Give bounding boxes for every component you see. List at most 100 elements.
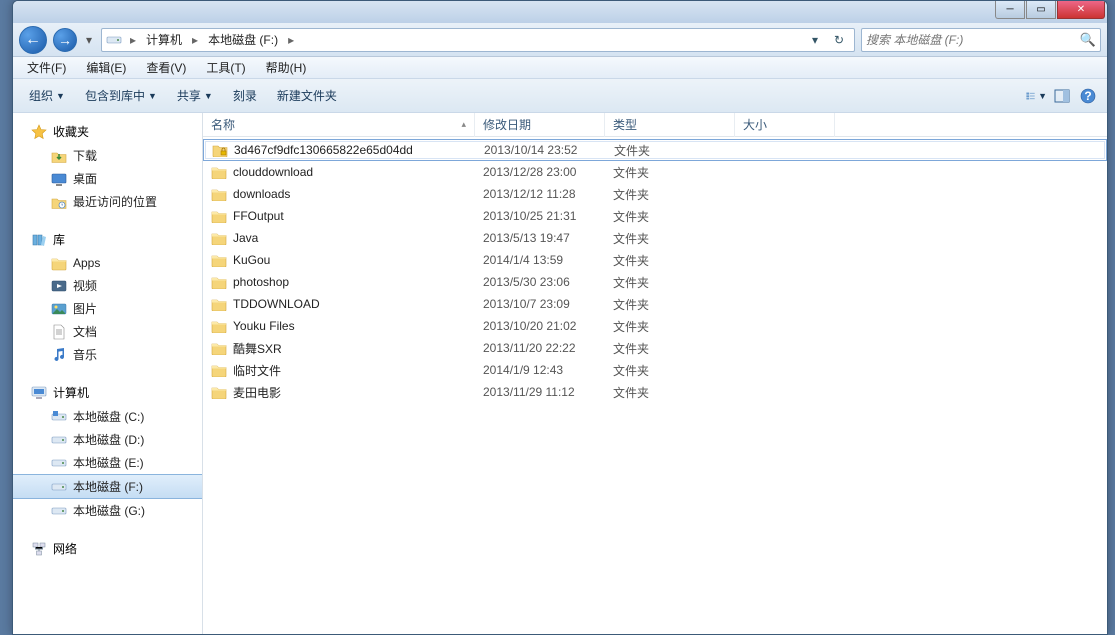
history-dropdown[interactable]: ▾ xyxy=(83,28,95,52)
forward-button[interactable]: → xyxy=(53,28,77,52)
minimize-button[interactable]: ─ xyxy=(995,1,1025,19)
sidebar-item-label: 桌面 xyxy=(73,170,97,187)
download-icon xyxy=(51,148,67,164)
network-group: 网络 xyxy=(13,538,202,561)
close-button[interactable]: ✕ xyxy=(1057,1,1105,19)
libraries-header[interactable]: 库 xyxy=(13,229,202,252)
breadcrumb-arrow-icon[interactable]: ▸ xyxy=(190,33,200,47)
column-date[interactable]: 修改日期 xyxy=(475,113,605,137)
file-row[interactable]: KuGou2014/1/4 13:59文件夹 xyxy=(203,249,1107,271)
folder-icon xyxy=(211,297,227,311)
sidebar-item[interactable]: 本地磁盘 (E:) xyxy=(13,451,202,474)
toolbar: 组织▼ 包含到库中▼ 共享▼ 刻录 新建文件夹 ▼ xyxy=(13,79,1107,113)
address-history-button[interactable]: ▾ xyxy=(804,30,826,50)
explorer-window: ─ ▭ ✕ ← → ▾ ▸ 计算机 ▸ 本地磁盘 (F:) ▸ ▾ ↻ 🔍 文件… xyxy=(12,0,1108,635)
computer-icon xyxy=(31,385,47,401)
favorites-header[interactable]: 收藏夹 xyxy=(13,121,202,144)
menu-edit[interactable]: 编辑(E) xyxy=(76,56,136,79)
file-row[interactable]: FFOutput2013/10/25 21:31文件夹 xyxy=(203,205,1107,227)
sidebar-item[interactable]: 本地磁盘 (D:) xyxy=(13,428,202,451)
menu-help[interactable]: 帮助(H) xyxy=(256,56,317,79)
drive-icon xyxy=(51,503,67,519)
sidebar-item[interactable]: 桌面 xyxy=(13,167,202,190)
sidebar-item[interactable]: 最近访问的位置 xyxy=(13,190,202,213)
search-input[interactable] xyxy=(866,33,1080,47)
sidebar-item[interactable]: 本地磁盘 (G:) xyxy=(13,499,202,522)
breadcrumb-arrow-icon[interactable]: ▸ xyxy=(286,33,296,47)
breadcrumb-computer[interactable]: 计算机 xyxy=(144,31,184,48)
column-name[interactable]: 名称▴ xyxy=(203,113,475,137)
sidebar-item[interactable]: 本地磁盘 (F:) xyxy=(13,474,202,499)
computer-header[interactable]: 计算机 xyxy=(13,382,202,405)
file-row[interactable]: 麦田电影2013/11/29 11:12文件夹 xyxy=(203,381,1107,403)
file-row[interactable]: TDDOWNLOAD2013/10/7 23:09文件夹 xyxy=(203,293,1107,315)
maximize-button[interactable]: ▭ xyxy=(1026,1,1056,19)
sidebar-item-label: 本地磁盘 (E:) xyxy=(73,454,144,471)
picture-icon xyxy=(51,301,67,317)
file-name: Java xyxy=(233,231,258,245)
sidebar-item-label: 最近访问的位置 xyxy=(73,193,157,210)
favorites-group: 收藏夹 下载桌面最近访问的位置 xyxy=(13,121,202,213)
back-button[interactable]: ← xyxy=(19,26,47,54)
sidebar-item[interactable]: Apps xyxy=(13,252,202,274)
folder-icon xyxy=(211,363,227,377)
column-type[interactable]: 类型 xyxy=(605,113,735,137)
file-row[interactable]: Java2013/5/13 19:47文件夹 xyxy=(203,227,1107,249)
sidebar-item[interactable]: 本地磁盘 (C:) xyxy=(13,405,202,428)
sidebar-item[interactable]: 图片 xyxy=(13,297,202,320)
file-row[interactable]: clouddownload2013/12/28 23:00文件夹 xyxy=(203,161,1107,183)
new-folder-button[interactable]: 新建文件夹 xyxy=(269,83,345,108)
sidebar-item-label: 下载 xyxy=(73,147,97,164)
folder-icon xyxy=(212,143,228,157)
folder-icon xyxy=(211,341,227,355)
organize-button[interactable]: 组织▼ xyxy=(21,83,73,108)
sidebar-item[interactable]: 音乐 xyxy=(13,343,202,366)
file-row[interactable]: photoshop2013/5/30 23:06文件夹 xyxy=(203,271,1107,293)
file-row[interactable]: downloads2013/12/12 11:28文件夹 xyxy=(203,183,1107,205)
refresh-button[interactable]: ↻ xyxy=(828,30,850,50)
file-row[interactable]: Youku Files2013/10/20 21:02文件夹 xyxy=(203,315,1107,337)
search-box[interactable]: 🔍 xyxy=(861,28,1101,52)
menu-file[interactable]: 文件(F) xyxy=(17,56,76,79)
menu-tools[interactable]: 工具(T) xyxy=(196,56,255,79)
drive-icon xyxy=(106,32,122,48)
file-row[interactable]: 酷舞SXR2013/11/20 22:22文件夹 xyxy=(203,337,1107,359)
file-date: 2013/12/28 23:00 xyxy=(475,165,605,179)
breadcrumb-arrow-icon[interactable]: ▸ xyxy=(128,33,138,47)
file-name: KuGou xyxy=(233,253,270,267)
burn-button[interactable]: 刻录 xyxy=(225,83,265,108)
address-bar[interactable]: ▸ 计算机 ▸ 本地磁盘 (F:) ▸ ▾ ↻ xyxy=(101,28,855,52)
file-name: clouddownload xyxy=(233,165,313,179)
drive-icon xyxy=(51,479,67,495)
sidebar-item[interactable]: 下载 xyxy=(13,144,202,167)
menu-view[interactable]: 查看(V) xyxy=(136,56,196,79)
library-icon xyxy=(31,232,47,248)
sidebar-item-label: 视频 xyxy=(73,277,97,294)
file-row[interactable]: 3d467cf9dfc130665822e65d04dd2013/10/14 2… xyxy=(203,139,1107,161)
file-name: downloads xyxy=(233,187,290,201)
file-name: 酷舞SXR xyxy=(233,340,282,357)
network-label: 网络 xyxy=(53,540,77,557)
share-button[interactable]: 共享▼ xyxy=(169,83,221,108)
sidebar-item-label: 图片 xyxy=(73,300,97,317)
file-name: 麦田电影 xyxy=(233,384,281,401)
file-row[interactable]: 临时文件2014/1/9 12:43文件夹 xyxy=(203,359,1107,381)
column-size[interactable]: 大小 xyxy=(735,113,835,137)
sidebar-item[interactable]: 视频 xyxy=(13,274,202,297)
chevron-down-icon: ▼ xyxy=(148,91,157,101)
search-icon[interactable]: 🔍 xyxy=(1080,32,1096,48)
include-in-library-button[interactable]: 包含到库中▼ xyxy=(77,83,165,108)
network-header[interactable]: 网络 xyxy=(13,538,202,561)
folder-icon xyxy=(211,209,227,223)
computer-label: 计算机 xyxy=(53,384,89,401)
sidebar-item-label: 文档 xyxy=(73,323,97,340)
view-options-button[interactable]: ▼ xyxy=(1025,85,1047,107)
breadcrumb-drive[interactable]: 本地磁盘 (F:) xyxy=(206,31,280,48)
preview-pane-button[interactable] xyxy=(1051,85,1073,107)
file-date: 2013/11/20 22:22 xyxy=(475,341,605,355)
help-button[interactable] xyxy=(1077,85,1099,107)
sidebar-item[interactable]: 文档 xyxy=(13,320,202,343)
sidebar-item-label: 本地磁盘 (G:) xyxy=(73,502,145,519)
favorites-label: 收藏夹 xyxy=(53,123,89,140)
file-date: 2013/11/29 11:12 xyxy=(475,385,605,399)
